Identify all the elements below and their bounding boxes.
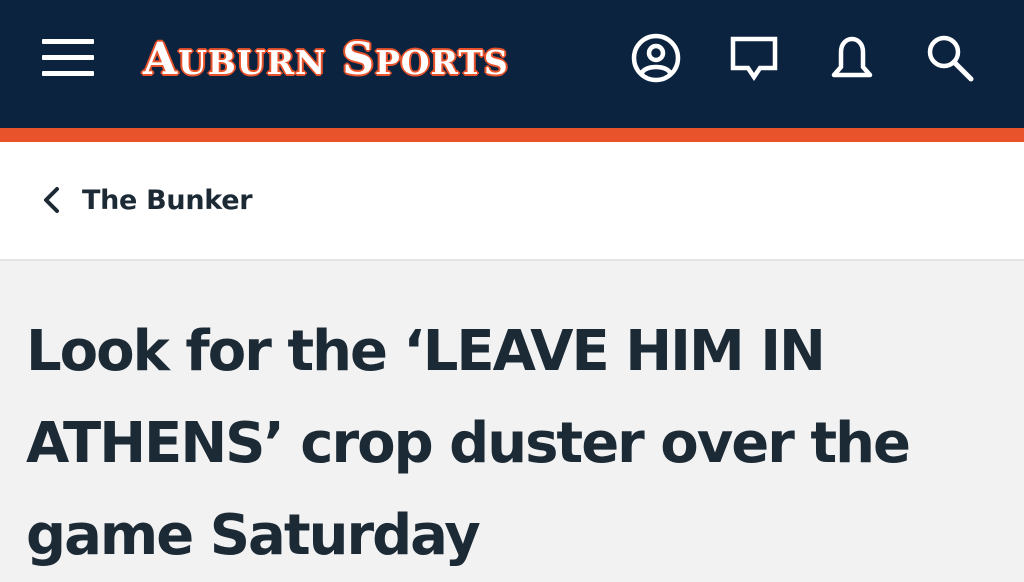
logo-letters: PORTS	[374, 43, 509, 82]
article-headline: Look for the ‘LEAVE HIM IN ATHENS’ crop …	[26, 319, 911, 568]
back-to-forum-link[interactable]: The Bunker	[40, 180, 253, 220]
logo-letter: S	[342, 34, 375, 85]
chat-icon[interactable]	[728, 32, 780, 84]
accent-stripe	[0, 128, 1024, 142]
menu-icon[interactable]	[40, 36, 96, 78]
chevron-left-icon	[44, 187, 59, 213]
menu-icon-bar	[42, 39, 94, 44]
menu-icon-bar	[42, 71, 94, 76]
site-logo[interactable]: AUBURN SPORTS	[143, 30, 563, 90]
logo-letters: UBURN	[178, 43, 327, 82]
menu-icon-bar	[42, 55, 94, 60]
breadcrumb-label: The Bunker	[82, 184, 253, 216]
logo-letter: A	[143, 34, 179, 85]
bell-icon[interactable]	[826, 32, 878, 84]
search-icon[interactable]	[924, 32, 976, 84]
account-icon[interactable]	[630, 32, 682, 84]
top-navigation-bar: AUBURN SPORTS	[0, 0, 1024, 128]
breadcrumb-bar: The Bunker	[0, 142, 1024, 261]
